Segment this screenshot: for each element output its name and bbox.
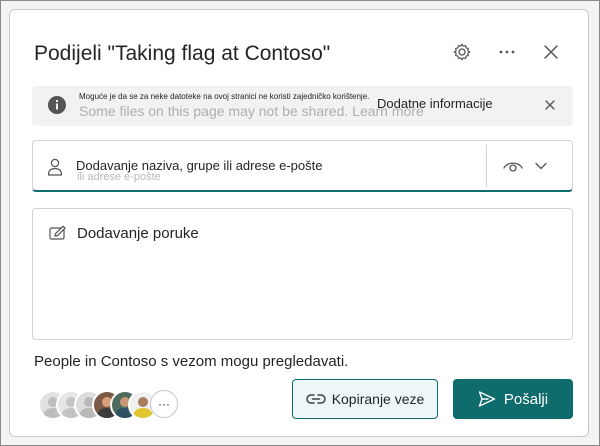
gear-icon bbox=[453, 43, 471, 61]
share-dialog: Podijeli "Taking flag at Contoso" Some f… bbox=[9, 9, 589, 437]
dialog-title: Podijeli "Taking flag at Contoso" bbox=[34, 42, 331, 65]
close-dialog-button[interactable] bbox=[539, 40, 563, 64]
banner-ghost-text: Some files on this page may not be share… bbox=[79, 103, 424, 119]
close-icon bbox=[545, 100, 555, 110]
copy-link-label: Kopiranje veze bbox=[331, 391, 425, 407]
warning-banner: Some files on this page may not be share… bbox=[32, 86, 573, 126]
link-permission-text[interactable]: People in Contoso s vezom mogu pregledav… bbox=[34, 353, 348, 370]
chevron-down-icon bbox=[535, 162, 547, 170]
person-icon bbox=[47, 158, 63, 176]
settings-button[interactable] bbox=[450, 40, 474, 64]
people-picker: ili adrese e-pošte bbox=[32, 140, 573, 192]
more-people-button[interactable]: ··· bbox=[150, 390, 178, 418]
banner-message: Moguće je da se za neke datoteke na ovoj… bbox=[79, 92, 370, 101]
send-label: Pošalji bbox=[503, 390, 549, 408]
message-input[interactable] bbox=[77, 225, 557, 325]
link-icon bbox=[305, 394, 326, 404]
banner-close-button[interactable] bbox=[542, 97, 558, 113]
edit-icon bbox=[49, 225, 66, 240]
eye-icon bbox=[503, 162, 523, 172]
send-button[interactable]: Pošalji bbox=[453, 379, 573, 419]
permission-dropdown[interactable] bbox=[503, 154, 557, 178]
copy-link-button[interactable]: Kopiranje veze bbox=[292, 379, 438, 419]
ellipsis-icon bbox=[499, 50, 515, 54]
close-icon bbox=[544, 45, 558, 59]
learn-more-link[interactable]: Dodatne informacije bbox=[377, 96, 493, 111]
info-icon bbox=[48, 96, 66, 114]
people-input[interactable] bbox=[76, 153, 476, 177]
divider bbox=[486, 145, 487, 187]
message-box bbox=[32, 208, 573, 340]
send-icon bbox=[478, 391, 496, 407]
window-frame: Podijeli "Taking flag at Contoso" Some f… bbox=[0, 0, 600, 446]
more-options-button[interactable] bbox=[495, 40, 519, 64]
shared-avatars: ··· bbox=[38, 390, 178, 420]
